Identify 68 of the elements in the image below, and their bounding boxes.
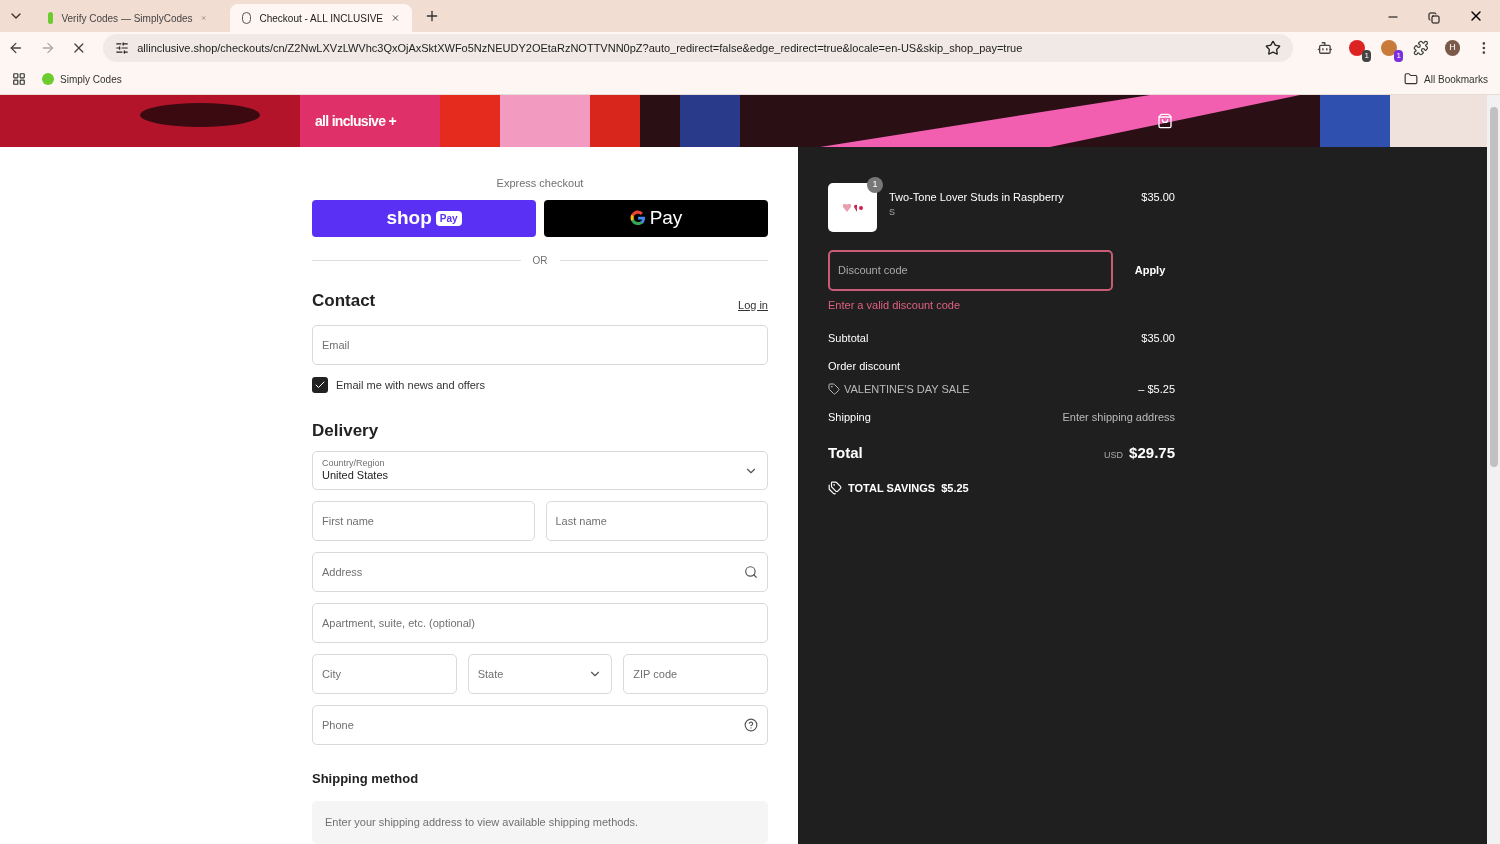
- address-field[interactable]: Address: [312, 552, 768, 593]
- divider-label: OR: [532, 253, 548, 268]
- site-settings-icon[interactable]: [115, 41, 130, 55]
- extensions-icon[interactable]: [1412, 40, 1429, 56]
- robot-icon[interactable]: [1317, 40, 1333, 56]
- currency-label: USD: [1104, 448, 1124, 462]
- subtotal-label: Subtotal: [828, 330, 869, 346]
- scrollbar[interactable]: [1487, 95, 1500, 844]
- subtotal-value: $35.00: [1141, 330, 1175, 346]
- favicon-icon: [48, 12, 54, 24]
- quantity-badge: 1: [867, 177, 883, 193]
- browser-tab[interactable]: Checkout - ALL INCLUSIVE: [230, 4, 412, 32]
- phone-field[interactable]: Phone: [312, 705, 768, 746]
- apartment-field[interactable]: Apartment, suite, etc. (optional): [312, 603, 768, 644]
- google-pay-button[interactable]: Pay: [544, 199, 768, 237]
- error-message: Enter a valid discount code: [828, 298, 962, 313]
- section-heading: Contact: [312, 289, 376, 312]
- apps-icon[interactable]: [12, 72, 26, 86]
- discount-value: – $5.25: [1138, 381, 1175, 397]
- bookmark-item[interactable]: Simply Codes: [42, 71, 122, 87]
- city-field[interactable]: City: [312, 654, 457, 695]
- address-bar[interactable]: allinclusive.shop/checkouts/cn/Z2NwLXVzLWVhc3QxOjAxSktXWFo5NzNEUDY2OEtaRzNOTTVNN0pZ?auto_redirect=false&edge_redirect=true&locale=en-US&skip_shop_pay=true: [103, 34, 1294, 62]
- section-heading: Delivery: [312, 419, 380, 442]
- folder-icon: [1404, 72, 1419, 86]
- cart-icon[interactable]: [1157, 113, 1173, 129]
- google-icon: [629, 210, 646, 226]
- new-tab-icon[interactable]: [424, 8, 440, 24]
- extension-icon[interactable]: [1380, 40, 1397, 56]
- state-select[interactable]: State: [467, 654, 613, 695]
- shipping-label: Shipping: [828, 410, 871, 425]
- all-bookmarks-button[interactable]: All Bookmarks: [1404, 71, 1488, 87]
- section-label: Express checkout: [495, 176, 585, 191]
- profile-avatar[interactable]: H: [1444, 40, 1461, 56]
- help-icon[interactable]: [744, 718, 758, 733]
- checkbox[interactable]: [312, 377, 328, 394]
- shop-pay-button[interactable]: shop Pay: [312, 199, 536, 237]
- shipping-notice: Enter your shipping address to view available shipping methods.: [312, 800, 768, 844]
- name-field[interactable]: First name: [312, 501, 535, 542]
- back-icon[interactable]: [8, 40, 24, 56]
- tags-icon: [828, 481, 842, 496]
- zip-field[interactable]: ZIP code: [623, 654, 768, 695]
- discount-code-field[interactable]: Discount code: [828, 250, 1113, 291]
- total-label: Total: [828, 442, 863, 463]
- product-name: Two-Tone Lover Studs in Raspberry: [889, 190, 1065, 205]
- browser-tab[interactable]: Verify Codes — SimplyCodes: [36, 4, 218, 32]
- name-field[interactable]: Last name: [545, 501, 768, 542]
- tag-icon: [828, 382, 840, 395]
- savings-label: TOTAL SAVINGS: [848, 481, 936, 496]
- bookmark-star-icon[interactable]: [1265, 40, 1282, 56]
- email-field[interactable]: Email: [312, 325, 768, 365]
- login-link[interactable]: Log in: [738, 296, 768, 313]
- extension-icon[interactable]: [1348, 40, 1365, 56]
- search-icon: [744, 565, 758, 580]
- total-value: $29.75: [1129, 442, 1175, 463]
- apply-button[interactable]: Apply: [1125, 262, 1175, 279]
- section-heading: Shipping method: [312, 770, 420, 789]
- country-select[interactable]: Country/Region United States: [312, 451, 768, 491]
- product-variant: S: [889, 205, 896, 219]
- discount-name: VALENTINE'S DAY SALE: [844, 381, 970, 397]
- shipping-value: Enter shipping address: [1062, 410, 1175, 425]
- earrings-icon: [842, 203, 863, 212]
- product-price: $35.00: [1141, 190, 1175, 205]
- restore-icon[interactable]: [1428, 12, 1440, 24]
- order-discount-label: Order discount: [828, 359, 902, 374]
- checkbox-label: Email me with news and offers: [336, 378, 485, 393]
- extension-badge: 1: [1394, 50, 1403, 62]
- savings-value: $5.25: [941, 481, 969, 496]
- extension-badge: 1: [1362, 50, 1371, 62]
